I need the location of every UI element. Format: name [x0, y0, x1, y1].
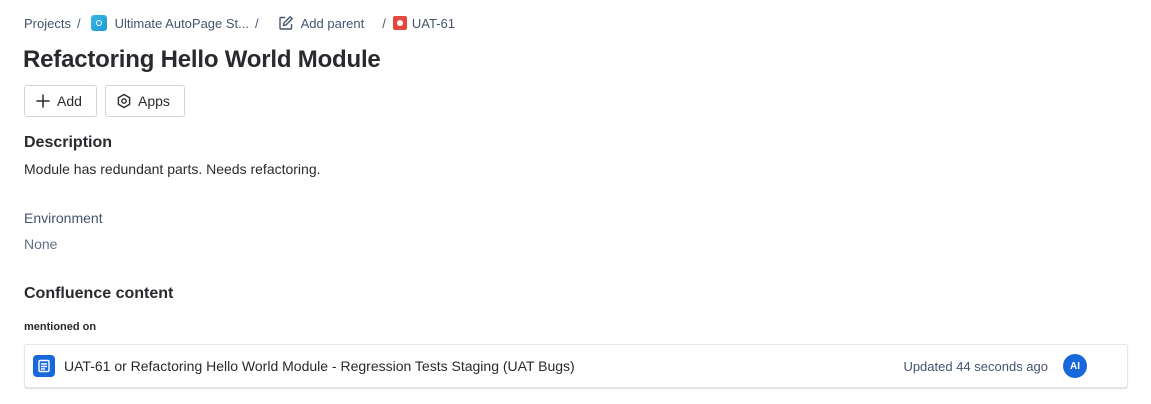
add-button[interactable]: Add: [24, 85, 97, 117]
description-heading: Description: [24, 134, 113, 151]
breadcrumb-issue-key: UAT-61: [411, 15, 455, 31]
confluence-page-title[interactable]: UAT-61 or Refactoring Hello World Module…: [64, 358, 903, 374]
confluence-page-card[interactable]: UAT-61 or Refactoring Hello World Module…: [24, 344, 1128, 388]
breadcrumb-project-label: Ultimate AutoPage St...: [114, 15, 249, 31]
project-icon: [90, 15, 107, 31]
breadcrumb-separator: /: [382, 15, 386, 31]
edit-icon: [278, 15, 294, 31]
breadcrumb-issue[interactable]: UAT-61: [392, 15, 455, 31]
page-icon: [33, 355, 55, 377]
page-title[interactable]: Refactoring Hello World Module: [23, 46, 381, 74]
mentioned-on-label: mentioned on: [24, 321, 97, 333]
apps-button[interactable]: Apps: [105, 85, 185, 117]
apps-hexagon-icon: [117, 93, 131, 109]
description-text[interactable]: Module has redundant parts. Needs refact…: [24, 161, 321, 177]
breadcrumb-projects[interactable]: Projects: [24, 16, 71, 31]
add-parent-button[interactable]: Add parent: [266, 15, 365, 31]
breadcrumb-project[interactable]: Ultimate AutoPage St...: [88, 15, 249, 31]
updated-timestamp: Updated 44 seconds ago: [903, 358, 1048, 374]
bug-icon: [392, 16, 407, 30]
confluence-heading: Confluence content: [24, 285, 174, 302]
environment-label: Environment: [24, 210, 103, 226]
avatar[interactable]: AI: [1063, 354, 1087, 378]
apps-button-label: Apps: [138, 93, 170, 109]
add-parent-label: Add parent: [300, 15, 365, 31]
breadcrumb-separator: /: [76, 15, 81, 31]
environment-value[interactable]: None: [24, 236, 57, 252]
breadcrumb-separator: /: [255, 15, 259, 31]
plus-icon: [36, 94, 50, 108]
breadcrumb: Projects / Ultimate AutoPage St... / Add…: [24, 14, 455, 32]
add-button-label: Add: [57, 93, 82, 109]
